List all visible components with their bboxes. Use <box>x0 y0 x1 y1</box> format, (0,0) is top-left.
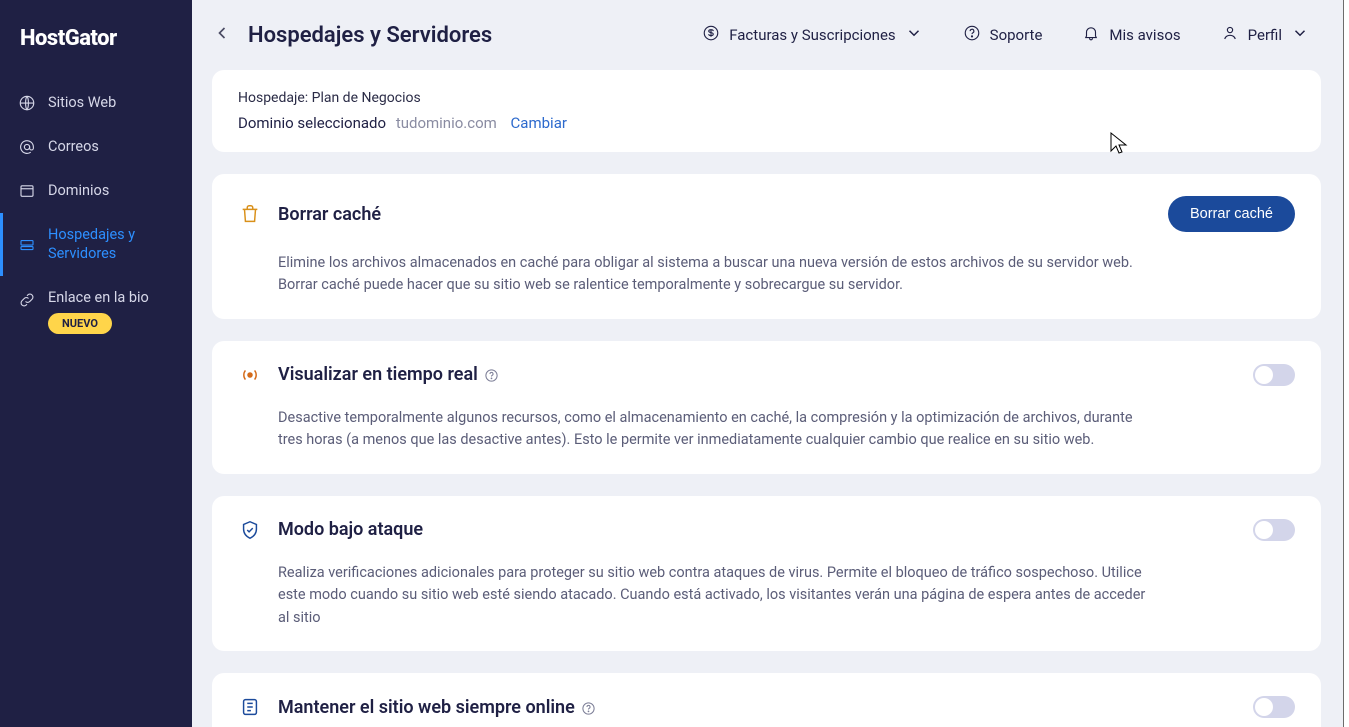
always-online-toggle[interactable] <box>1253 696 1295 718</box>
brand-logo: HostGator <box>0 18 192 81</box>
domain-value: tudominio.com <box>396 114 497 132</box>
feature-title: Borrar caché <box>278 204 381 225</box>
topnav-label: Facturas y Suscripciones <box>729 26 895 44</box>
new-badge: NUEVO <box>48 313 112 334</box>
window-border <box>1343 0 1349 727</box>
clear-cache-button[interactable]: Borrar caché <box>1168 196 1295 232</box>
feature-always-online: Mantener el sitio web siempre online Man… <box>212 673 1321 727</box>
topnav-label: Perfil <box>1248 26 1282 44</box>
archive-icon <box>238 695 262 719</box>
shield-icon <box>238 518 262 542</box>
topnav-support[interactable]: Soporte <box>951 18 1055 52</box>
sidebar-item-websites[interactable]: Sitios Web <box>0 81 192 125</box>
sidebar-item-emails[interactable]: Correos <box>0 125 192 169</box>
under-attack-toggle[interactable] <box>1253 519 1295 541</box>
domain-selected-label: Dominio seleccionado <box>238 114 386 132</box>
plan-label: Hospedaje: Plan de Negocios <box>238 90 1295 106</box>
page-title: Hospedajes y Servidores <box>248 23 492 48</box>
topbar: Hospedajes y Servidores Facturas y Suscr… <box>192 0 1349 70</box>
sidebar-item-label: Sitios Web <box>48 94 116 112</box>
bell-icon <box>1082 24 1100 46</box>
realtime-toggle[interactable] <box>1253 364 1295 386</box>
feature-desc: Elimine los archivos almacenados en cach… <box>278 252 1148 297</box>
topnav-notices[interactable]: Mis avisos <box>1070 18 1192 52</box>
sidebar-item-label: Enlace en la bio <box>48 289 149 306</box>
feature-desc: Desactive temporalmente algunos recursos… <box>278 407 1148 452</box>
sidebar-item-hosting[interactable]: Hospedajes y Servidores <box>0 213 192 275</box>
chevron-down-icon <box>1291 24 1309 46</box>
sidebar-item-label: Hospedajes y Servidores <box>48 226 174 262</box>
at-icon <box>18 138 36 156</box>
feature-desc: Realiza verificaciones adicionales para … <box>278 562 1148 629</box>
back-button[interactable] <box>212 23 232 47</box>
help-icon <box>963 24 981 46</box>
sidebar-item-label: Correos <box>48 138 99 156</box>
sidebar: HostGator Sitios Web Correos Dominios Ho… <box>0 0 192 727</box>
sidebar-item-domains[interactable]: Dominios <box>0 169 192 213</box>
feature-under-attack: Modo bajo ataque Realiza verificaciones … <box>212 496 1321 651</box>
sidebar-item-linkinbio[interactable]: Enlace en la bio NUEVO <box>0 276 192 347</box>
feature-title: Mantener el sitio web siempre online <box>278 697 596 718</box>
feature-clear-cache: Borrar caché Borrar caché Elimine los ar… <box>212 174 1321 319</box>
change-domain-link[interactable]: Cambiar <box>511 114 567 132</box>
globe-icon <box>18 94 36 112</box>
help-icon[interactable] <box>484 367 499 382</box>
topnav-billing[interactable]: Facturas y Suscripciones <box>690 18 934 52</box>
feature-realtime: Visualizar en tiempo real Desactive temp… <box>212 341 1321 474</box>
trash-icon <box>238 202 262 226</box>
sidebar-item-label: Dominios <box>48 182 109 200</box>
server-icon <box>18 236 36 254</box>
help-icon[interactable] <box>581 700 596 715</box>
topnav-label: Soporte <box>990 26 1043 44</box>
feature-title: Modo bajo ataque <box>278 519 423 540</box>
feature-title: Visualizar en tiempo real <box>278 364 499 385</box>
selection-card: Hospedaje: Plan de Negocios Dominio sele… <box>212 70 1321 152</box>
dollar-icon <box>702 24 720 46</box>
topnav-label: Mis avisos <box>1109 26 1180 44</box>
user-icon <box>1221 24 1239 46</box>
window-icon <box>18 182 36 200</box>
broadcast-icon <box>238 363 262 387</box>
topnav-profile[interactable]: Perfil <box>1209 18 1321 52</box>
main-content: Hospedajes y Servidores Facturas y Suscr… <box>192 0 1349 727</box>
chevron-down-icon <box>905 24 923 46</box>
link-icon <box>18 291 36 309</box>
